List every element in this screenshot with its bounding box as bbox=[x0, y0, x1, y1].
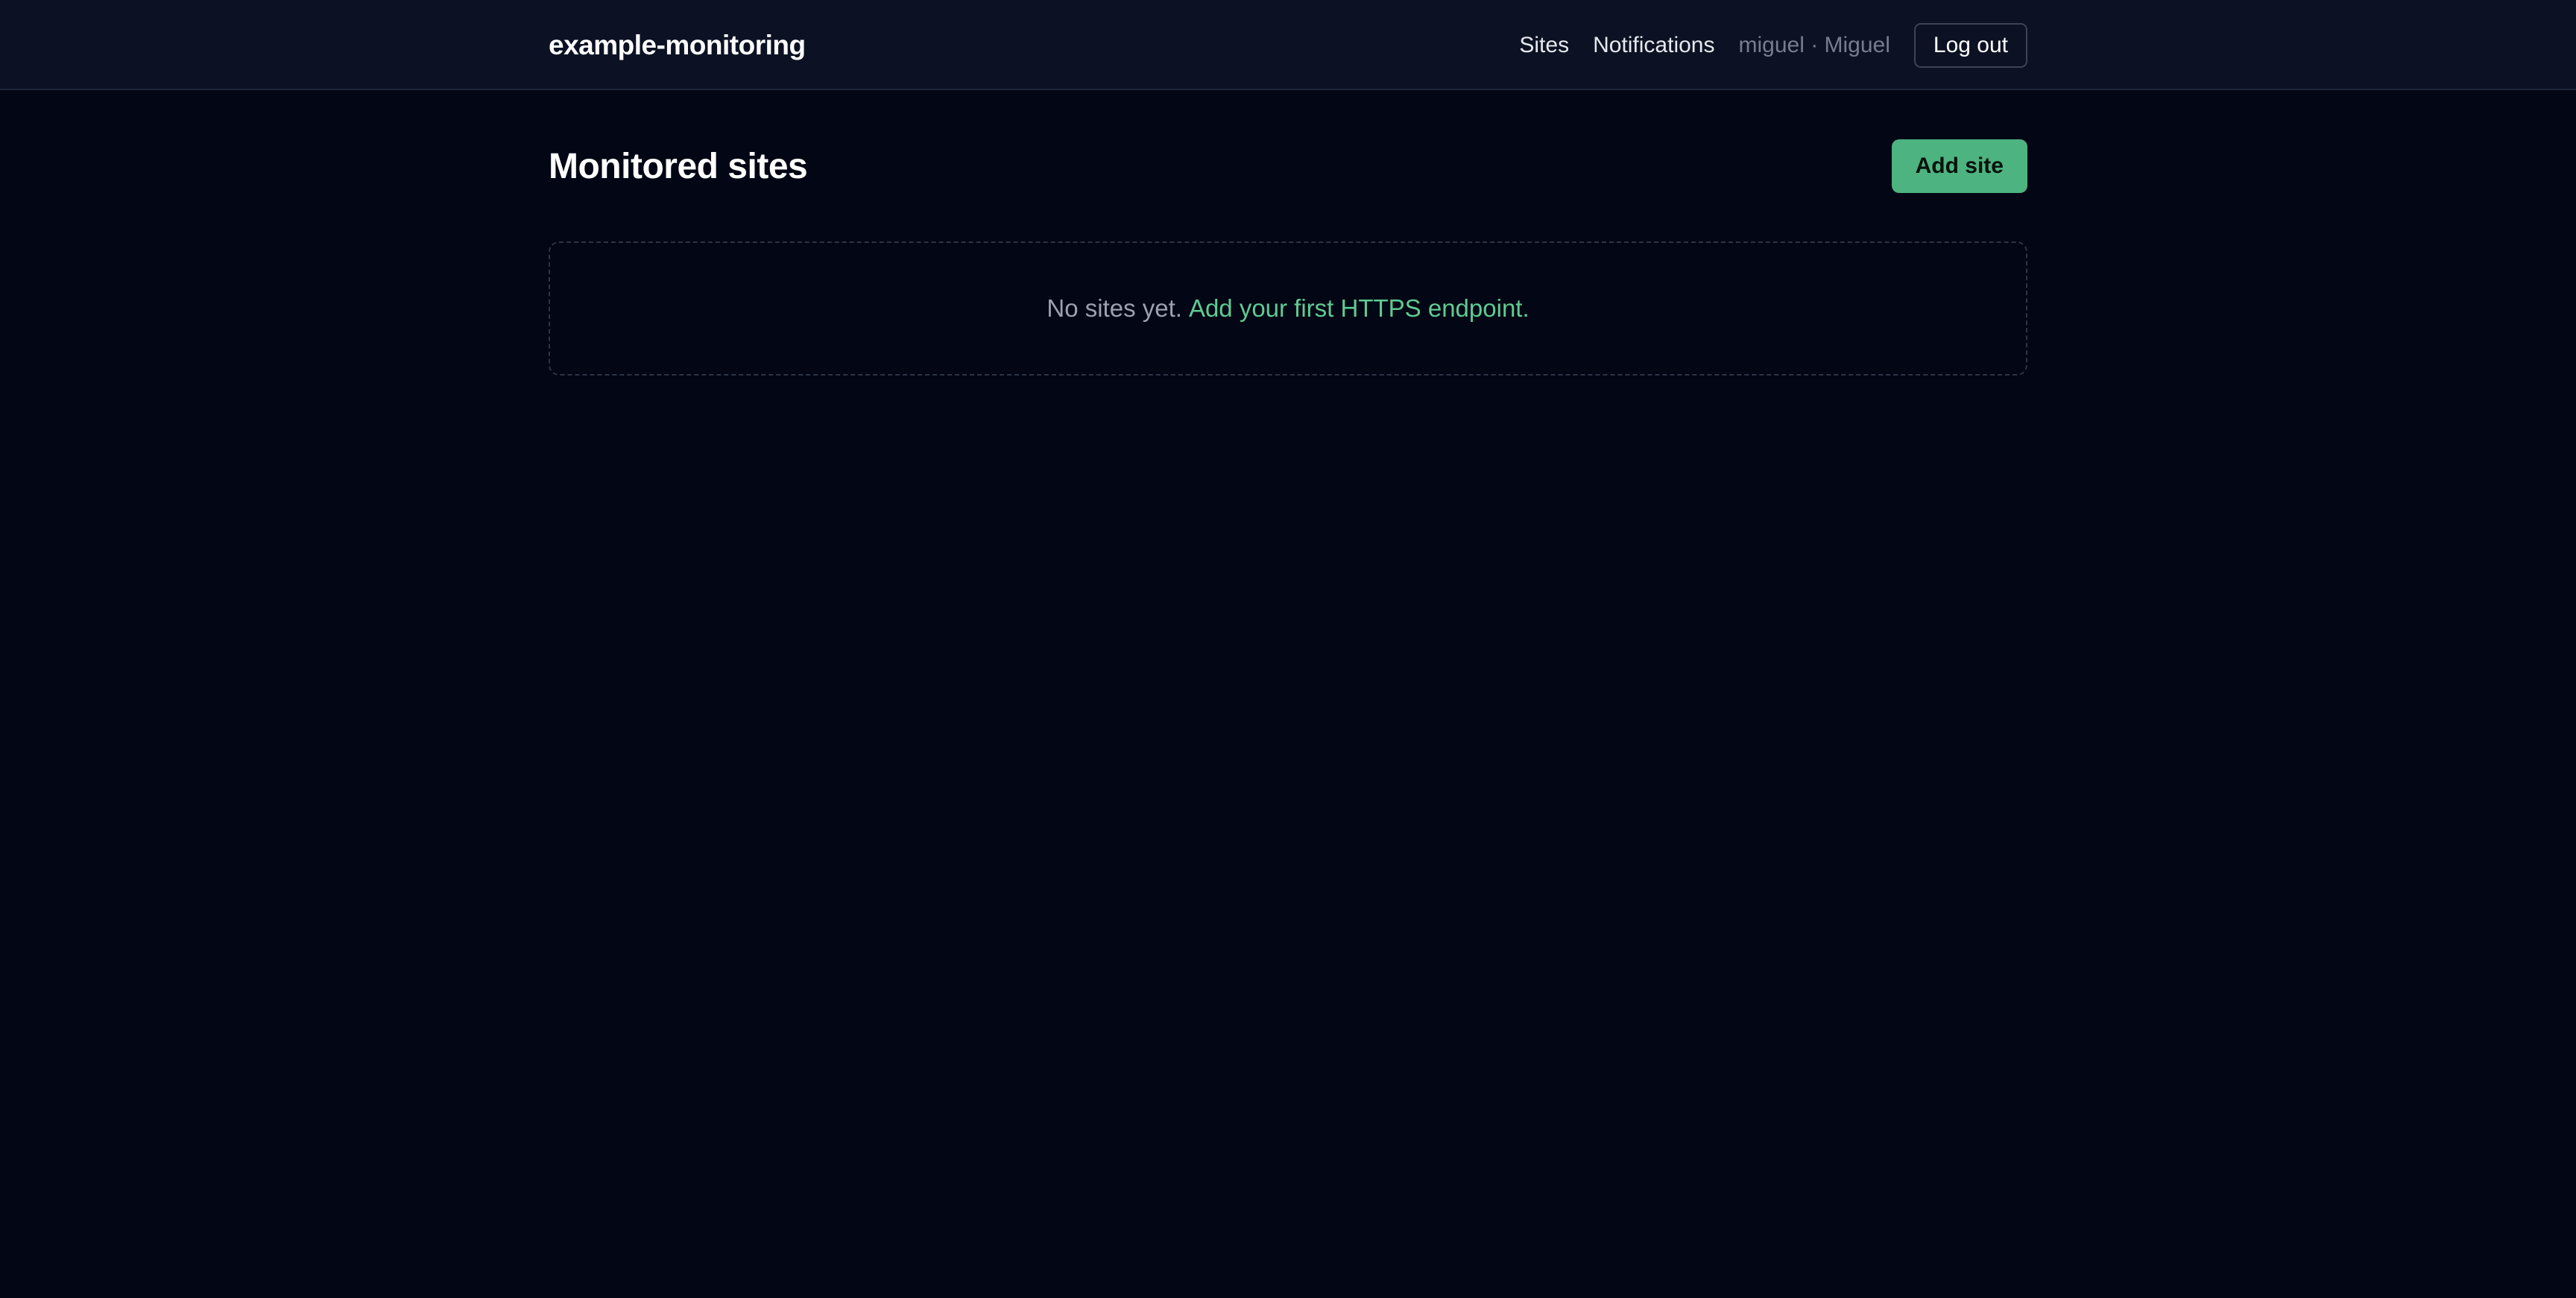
nav-link-notifications[interactable]: Notifications bbox=[1593, 33, 1714, 58]
main-nav: Sites Notifications miguel · Miguel Log … bbox=[1495, 22, 2027, 68]
logout-button[interactable]: Log out bbox=[1913, 22, 2027, 68]
add-first-endpoint-link[interactable]: Add your first HTTPS endpoint. bbox=[1189, 294, 1530, 323]
navbar-container: example-monitoring Sites Notifications m… bbox=[549, 0, 2027, 90]
page-header: Monitored sites Add site bbox=[549, 139, 2027, 194]
empty-state-panel: No sites yet. Add your first HTTPS endpo… bbox=[549, 241, 2027, 376]
page-title: Monitored sites bbox=[549, 146, 808, 186]
top-navbar: example-monitoring Sites Notifications m… bbox=[0, 0, 2576, 90]
main-content: Monitored sites Add site No sites yet. A… bbox=[549, 139, 2027, 376]
current-user-label: miguel · Miguel bbox=[1738, 32, 1890, 57]
nav-link-sites[interactable]: Sites bbox=[1519, 33, 1569, 58]
brand-logo-text[interactable]: example-monitoring bbox=[549, 30, 806, 61]
add-site-button[interactable]: Add site bbox=[1891, 139, 2027, 193]
empty-state-text: No sites yet. bbox=[1046, 294, 1182, 322]
